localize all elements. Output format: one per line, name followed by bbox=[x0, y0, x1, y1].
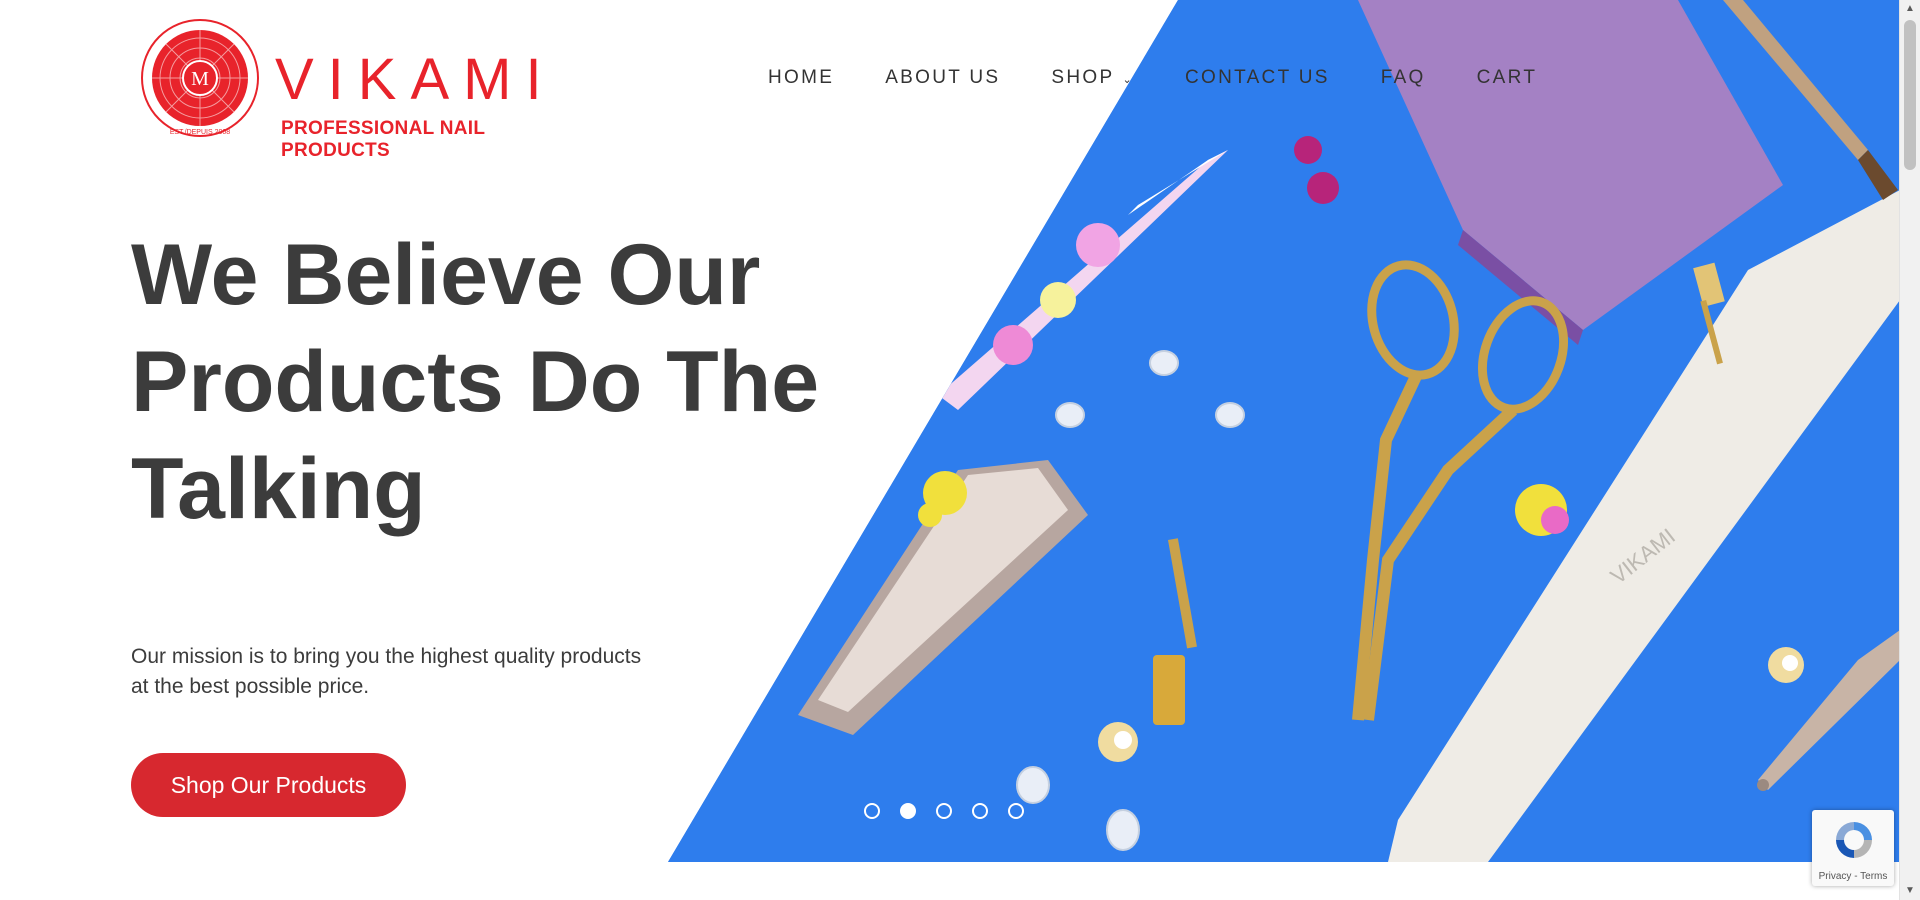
main-nav: HOME ABOUT US SHOP ⌄ CONTACT US FAQ CART bbox=[768, 67, 1588, 89]
page: VIKAMI M EST./DEPUIS 2008 VIKAMI PROFESS… bbox=[0, 0, 1900, 900]
recaptcha-icon bbox=[1836, 822, 1872, 858]
nav-home-label: HOME bbox=[768, 67, 835, 88]
slider-dots bbox=[864, 803, 1024, 819]
scroll-down-arrow-icon[interactable]: ▼ bbox=[1900, 882, 1920, 900]
nav-contact-us[interactable]: CONTACT US bbox=[1185, 67, 1330, 89]
slider-dot-3[interactable] bbox=[936, 803, 952, 819]
vertical-scrollbar[interactable]: ▲ ▼ bbox=[1899, 0, 1920, 900]
chevron-down-icon: ⌄ bbox=[1122, 73, 1134, 86]
logo-brand: VIKAMI bbox=[275, 47, 556, 112]
site-logo[interactable]: M EST./DEPUIS 2008 VIKAMI PROFESSIONAL N… bbox=[140, 18, 590, 161]
svg-text:EST./DEPUIS 2008: EST./DEPUIS 2008 bbox=[170, 129, 230, 136]
nav-cart-label: CART bbox=[1476, 67, 1538, 88]
hero-headline-line1: We Believe Our bbox=[131, 227, 761, 323]
hero-headline: We Believe Our Products Do The Talking bbox=[131, 222, 931, 543]
scroll-up-arrow-icon[interactable]: ▲ bbox=[1900, 0, 1920, 18]
svg-text:M: M bbox=[191, 68, 209, 90]
nav-shop[interactable]: SHOP ⌄ bbox=[1051, 67, 1134, 89]
nav-faq[interactable]: FAQ bbox=[1381, 67, 1426, 89]
hero-headline-line2: Products Do The bbox=[131, 334, 820, 430]
nav-about-us[interactable]: ABOUT US bbox=[885, 67, 1000, 89]
slider-dot-2[interactable] bbox=[900, 803, 916, 819]
hero-headline-line3: Talking bbox=[131, 441, 426, 537]
nav-contact-us-label: CONTACT US bbox=[1184, 67, 1330, 88]
logo-emblem-icon: M EST./DEPUIS 2008 bbox=[141, 19, 259, 137]
nav-cart[interactable]: CART bbox=[1477, 67, 1538, 89]
nav-home[interactable]: HOME bbox=[768, 67, 834, 89]
nav-faq-label: FAQ bbox=[1380, 67, 1426, 88]
scrollbar-thumb[interactable] bbox=[1904, 20, 1916, 170]
nav-about-us-label: ABOUT US bbox=[885, 67, 1001, 88]
recaptcha-badge[interactable]: Privacy - Terms bbox=[1812, 810, 1894, 886]
shop-our-products-button[interactable]: Shop Our Products bbox=[131, 753, 406, 817]
logo-tagline: PROFESSIONAL NAIL PRODUCTS bbox=[281, 118, 485, 161]
nav-shop-label: SHOP bbox=[1051, 67, 1115, 88]
slider-dot-1[interactable] bbox=[864, 803, 880, 819]
mission-text: Our mission is to bring you the highest … bbox=[131, 645, 642, 698]
slider-dot-5[interactable] bbox=[1008, 803, 1024, 819]
recaptcha-links[interactable]: Privacy - Terms bbox=[1812, 871, 1894, 882]
slider-dot-4[interactable] bbox=[972, 803, 988, 819]
